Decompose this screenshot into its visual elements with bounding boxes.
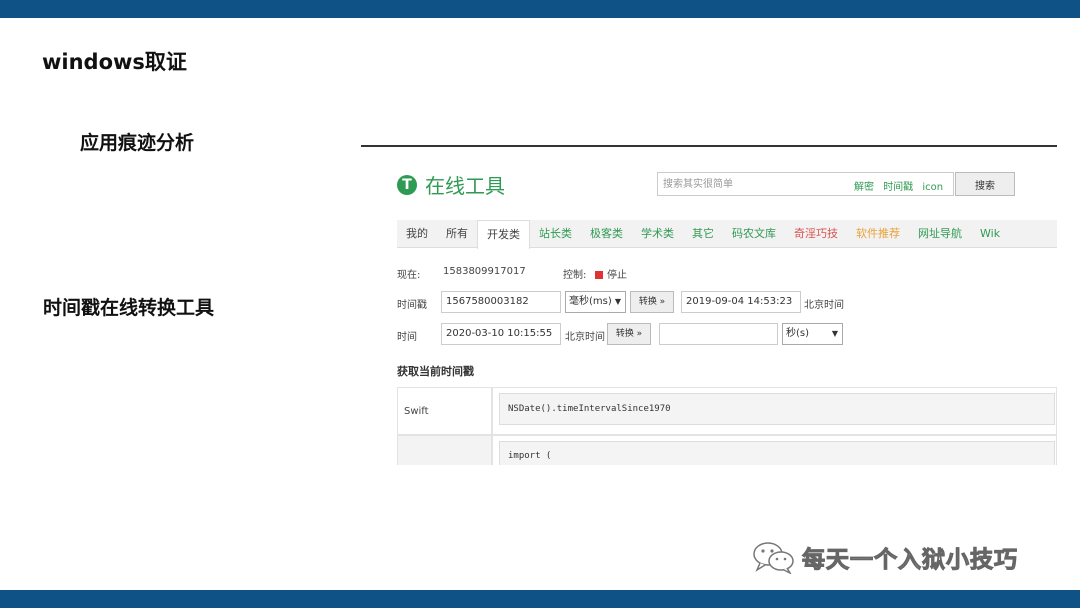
stop-label: 停止 xyxy=(607,270,627,281)
dropdown-caret-icon: ▼ xyxy=(831,329,838,338)
slide: windows取证 应用痕迹分析 时间戳在线转换工具 T 在线工具 解密 时间戳… xyxy=(0,0,1080,608)
time-output[interactable] xyxy=(659,323,778,345)
search-quick-links: 解密 时间戳 icon xyxy=(854,178,949,193)
tab-0[interactable]: 我的 xyxy=(397,220,437,248)
convert-timestamp-button[interactable]: 转换 » xyxy=(630,291,674,313)
app-trace-label: 应用痕迹分析 xyxy=(80,132,195,154)
search-box: 解密 时间戳 icon xyxy=(657,172,954,196)
quick-link-icon[interactable]: icon xyxy=(922,182,943,193)
timestamp-unit-value: 毫秒(ms) xyxy=(569,296,612,307)
tab-8[interactable]: 奇淫巧技 xyxy=(785,220,847,248)
time-unit-value: 秒(s) xyxy=(786,328,810,339)
tab-4[interactable]: 极客类 xyxy=(581,220,632,248)
time-row-label: 时间 xyxy=(397,332,417,343)
code-cell-swift: NSDate().timeIntervalSince1970 xyxy=(492,387,1057,435)
time-input[interactable]: 2020-03-10 10:15:55 xyxy=(441,323,561,345)
tab-3[interactable]: 站长类 xyxy=(530,220,581,248)
control-label: 控制: xyxy=(563,270,587,281)
tab-9[interactable]: 软件推荐 xyxy=(847,220,909,248)
top-banner xyxy=(0,0,1080,18)
category-tabs: 我的 所有 开发类 站长类 极客类 学术类 其它 码农文库 奇淫巧技 软件推荐 网址导航 Wik xyxy=(397,220,1057,249)
timestamp-row-label: 时间戳 xyxy=(397,300,427,311)
slide-title: windows取证 xyxy=(42,50,187,74)
logo-text: 在线工具 xyxy=(425,174,505,198)
tab-5[interactable]: 学术类 xyxy=(632,220,683,248)
tab-10[interactable]: 网址导航 xyxy=(909,220,971,248)
lang-cell-next xyxy=(397,435,492,465)
bottom-banner xyxy=(0,590,1080,608)
stop-button[interactable]: 停止 xyxy=(595,266,627,281)
code-snippet[interactable]: NSDate().timeIntervalSince1970 xyxy=(499,393,1055,425)
quick-link-timestamp[interactable]: 时间戳 xyxy=(883,182,913,193)
tab-7[interactable]: 码农文库 xyxy=(723,220,785,248)
timestamp-input[interactable]: 1567580003182 xyxy=(441,291,561,313)
now-row: 现在: xyxy=(397,266,420,281)
tab-11[interactable]: Wik xyxy=(971,220,1009,248)
time-timezone: 北京时间 xyxy=(565,332,605,343)
quick-link-decrypt[interactable]: 解密 xyxy=(854,182,874,193)
logo-t-icon: T xyxy=(397,174,417,195)
website-screenshot: T 在线工具 解密 时间戳 icon 搜索 我的所有开发类站长类极客类学术类其它… xyxy=(380,150,1057,465)
now-label: 现在: xyxy=(397,270,421,281)
code-table: Swift NSDate().timeIntervalSince1970 imp… xyxy=(397,387,1057,465)
watermark-text: 每天一个入狱小技巧 xyxy=(802,547,1018,574)
code-snippet[interactable]: import ( xyxy=(499,441,1055,465)
search-input[interactable] xyxy=(658,173,843,195)
timestamp-unit-select[interactable]: 毫秒(ms) ▼ xyxy=(565,291,626,313)
wechat-icon xyxy=(752,540,796,575)
site-logo[interactable]: T 在线工具 xyxy=(397,170,505,199)
stop-icon xyxy=(595,271,603,279)
lang-cell-swift: Swift xyxy=(397,387,492,435)
section-title: 获取当前时间戳 xyxy=(397,365,474,378)
timestamp-output[interactable]: 2019-09-04 14:53:23 xyxy=(681,291,801,313)
watermark: 每天一个入狱小技巧 xyxy=(752,540,1018,575)
tab-2[interactable]: 开发类 xyxy=(477,220,530,249)
timestamp-tool-label: 时间戳在线转换工具 xyxy=(43,297,215,319)
convert-time-button[interactable]: 转换 » xyxy=(607,323,651,345)
search-button[interactable]: 搜索 xyxy=(955,172,1015,196)
tab-1[interactable]: 所有 xyxy=(437,220,477,248)
time-unit-select[interactable]: 秒(s) ▼ xyxy=(782,323,843,345)
dropdown-caret-icon: ▼ xyxy=(614,297,621,306)
code-cell-next: import ( xyxy=(492,435,1057,465)
timestamp-timezone: 北京时间 xyxy=(804,300,844,311)
current-timestamp: 1583809917017 xyxy=(443,266,526,277)
tab-6[interactable]: 其它 xyxy=(683,220,723,248)
divider-line xyxy=(361,145,1057,147)
